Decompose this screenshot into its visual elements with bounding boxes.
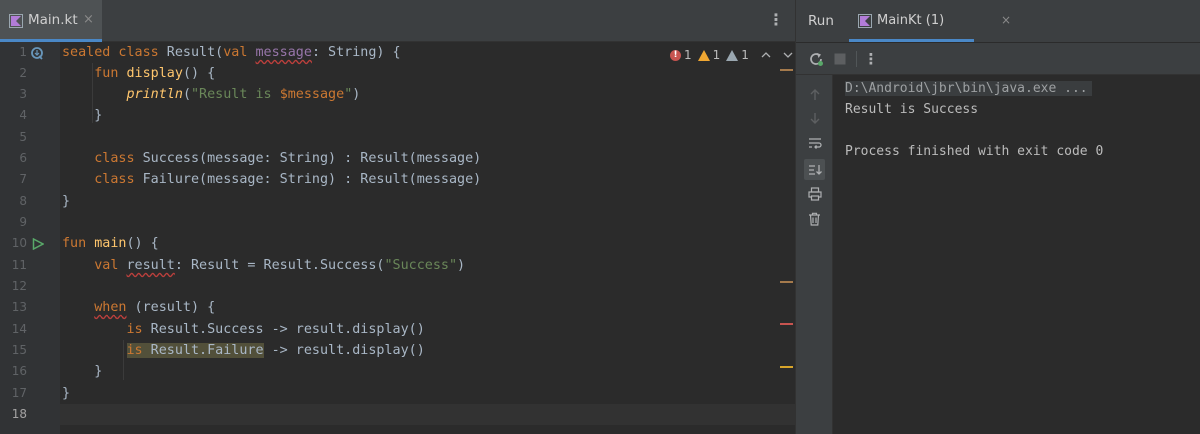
- line-number: 4: [19, 108, 27, 122]
- tab-label: Main.kt: [28, 12, 78, 28]
- line-number: 8: [19, 194, 27, 208]
- code-line: val result: Result = Result.Success("Suc…: [94, 258, 466, 273]
- line-number: 13: [11, 300, 27, 314]
- run-tool-window: Run MainKt (1) × ⋮ D:\Android\jbr\bin\ja…: [795, 0, 1200, 434]
- line-number: 9: [19, 215, 27, 229]
- warning-stripe-marker[interactable]: [780, 366, 793, 368]
- close-icon[interactable]: ×: [1001, 13, 1011, 27]
- previous-highlight-icon[interactable]: [761, 51, 771, 59]
- console-output[interactable]: D:\Android\jbr\bin\java.exe ... Result i…: [845, 78, 1103, 162]
- soft-wrap-button[interactable]: [806, 135, 823, 152]
- code-line: class Failure(message: String) : Result(…: [94, 172, 482, 187]
- clear-all-button[interactable]: [806, 210, 823, 227]
- scroll-to-end-button[interactable]: [804, 159, 825, 180]
- run-title: Run: [808, 13, 834, 29]
- stop-icon: [834, 53, 846, 65]
- error-stripe-marker[interactable]: [780, 323, 793, 325]
- soft-wrap-icon: [808, 138, 822, 149]
- code-line: fun main() {: [62, 236, 159, 251]
- line-number: 15: [11, 343, 27, 357]
- warning-stripe-marker[interactable]: [780, 281, 793, 283]
- code-line: }: [62, 386, 71, 401]
- printer-icon: [807, 186, 822, 201]
- code-line: is Result.Success -> result.display(): [126, 322, 425, 337]
- arrow-up-icon: [810, 89, 819, 100]
- line-number-gutter: 1 2 3 4 5 6 7 8 9 10 11 12 13 14 15 16 1…: [0, 42, 60, 434]
- line-number: 11: [11, 258, 27, 272]
- run-gutter-icon[interactable]: [32, 238, 44, 250]
- line-number: 14: [11, 322, 27, 336]
- scroll-to-end-icon: [808, 164, 822, 175]
- line-number: 5: [19, 130, 27, 144]
- console-line: D:\Android\jbr\bin\java.exe ...: [845, 78, 1103, 99]
- kotlin-run-config-icon: [858, 14, 872, 28]
- line-number: 10: [11, 236, 27, 250]
- close-icon[interactable]: ×: [83, 12, 94, 27]
- console-line: Result is Success: [845, 102, 979, 117]
- warning-count[interactable]: 1: [697, 48, 720, 62]
- line-number: 17: [11, 386, 27, 400]
- line-number: 12: [11, 279, 27, 293]
- console-line: Process finished with exit code 0: [845, 144, 1104, 159]
- run-header: Run MainKt (1) ×: [796, 0, 1200, 42]
- line-number: 18: [11, 407, 27, 421]
- tab-label: MainKt (1): [877, 13, 945, 28]
- code-line: }: [94, 364, 103, 379]
- code-line: }: [94, 108, 103, 123]
- warning-stripe-marker[interactable]: [780, 69, 793, 71]
- more-options-icon[interactable]: ⋮: [862, 50, 880, 68]
- line-number: 1: [19, 45, 27, 59]
- editor-tab-bar: Main.kt × ⋮: [0, 0, 795, 42]
- code-line: when (result) {: [94, 300, 216, 315]
- code-line: class Success(message: String) : Result(…: [94, 151, 482, 166]
- tab-main-kt[interactable]: Main.kt ×: [0, 0, 102, 42]
- code-line: }: [62, 194, 71, 209]
- run-side-toolbar: [796, 75, 833, 434]
- warning-icon: [697, 49, 710, 61]
- code-line: is Result.Failure -> result.display(): [126, 343, 425, 358]
- error-count[interactable]: ! 1: [670, 48, 692, 62]
- down-stack-trace-button[interactable]: [806, 110, 823, 127]
- code-area[interactable]: sealed class Result(val message: String)…: [60, 42, 795, 434]
- tab-mainkt-run[interactable]: MainKt (1) ×: [849, 0, 1011, 42]
- run-toolbar: ⋮: [796, 43, 1200, 75]
- print-button[interactable]: [806, 185, 823, 202]
- arrow-down-icon: [810, 113, 819, 124]
- next-highlight-icon[interactable]: [783, 51, 793, 59]
- editor-panel: Main.kt × ⋮ 1 2 3 4 5 6 7 8 9 10 11 12 1…: [0, 0, 795, 434]
- code-line: fun display() {: [94, 66, 216, 81]
- up-stack-trace-button[interactable]: [806, 86, 823, 103]
- more-options-icon[interactable]: ⋮: [768, 10, 784, 29]
- stop-button[interactable]: [831, 50, 849, 68]
- kotlin-file-icon: [9, 14, 23, 28]
- trash-icon: [809, 212, 820, 226]
- code-line: sealed class Result(val message: String)…: [62, 45, 401, 60]
- rerun-icon: [810, 53, 823, 66]
- line-number: 6: [19, 151, 27, 165]
- line-number: 3: [19, 87, 27, 101]
- toolbar-divider: [856, 51, 857, 67]
- command-line-fold[interactable]: D:\Android\jbr\bin\java.exe ...: [845, 81, 1092, 96]
- line-number: 7: [19, 172, 27, 186]
- rerun-button[interactable]: [807, 50, 825, 68]
- weak-warning-count[interactable]: 1: [726, 48, 749, 62]
- error-icon: !: [670, 49, 681, 61]
- weak-warning-icon: [726, 49, 739, 61]
- inspection-widget[interactable]: ! 1 1 1: [670, 47, 793, 63]
- code-line: println("Result is $message"): [126, 87, 361, 102]
- implemented-gutter-icon[interactable]: [30, 46, 44, 60]
- line-number: 2: [19, 66, 27, 80]
- line-number: 16: [11, 364, 27, 378]
